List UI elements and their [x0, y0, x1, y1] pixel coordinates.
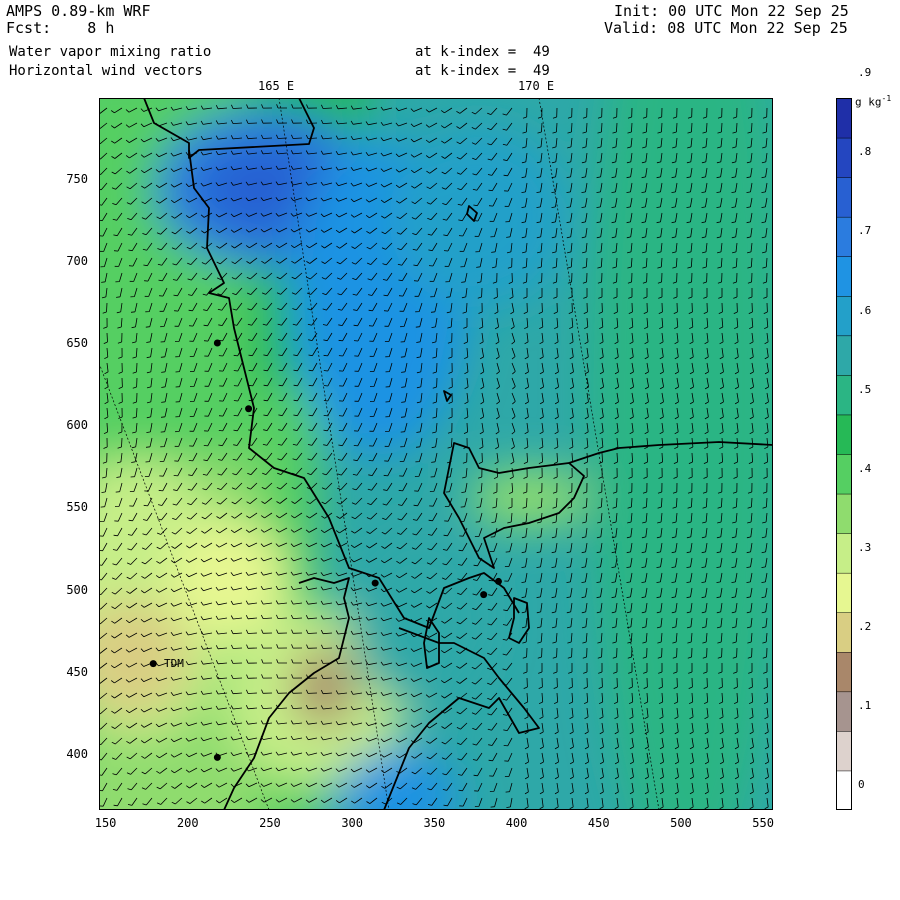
- station-marker: [371, 579, 379, 587]
- colorbar-label: .3: [858, 540, 872, 554]
- colorbar-label: .9: [858, 66, 872, 80]
- colorbar-swatch: [836, 453, 852, 495]
- colorbar-swatch: [836, 493, 852, 534]
- x-tick-label: 250: [259, 816, 281, 830]
- x-tick-label: 200: [176, 816, 199, 830]
- x-tick-label: 550: [752, 816, 774, 830]
- station-marker: [480, 591, 488, 599]
- colorbar-swatch: [836, 691, 852, 732]
- station-marker: [213, 339, 221, 347]
- y-tick-label: 450: [66, 664, 88, 679]
- colorbar-swatch: [836, 532, 852, 574]
- colorbar-swatch: [836, 730, 852, 772]
- lon-label-165: 165 E: [258, 79, 295, 93]
- y-tick-label: 500: [66, 582, 88, 597]
- y-tick-label: 650: [66, 336, 88, 350]
- colorbar-swatch: [836, 335, 852, 376]
- colorbar-label: .2: [858, 620, 872, 634]
- colorbar: [836, 98, 852, 810]
- colorbar-label: .6: [858, 303, 872, 317]
- unit-text: g kg: [855, 95, 882, 109]
- colorbar-swatch: [836, 611, 852, 653]
- valid-time: Valid: 08 UTC Mon 22 Sep 25: [604, 19, 848, 37]
- field2-level: at k-index = 49: [415, 63, 550, 79]
- x-tick-label: 300: [341, 816, 363, 830]
- x-axis: 150 200 250 300 350 400 450 500 550: [95, 812, 774, 832]
- field1-name: Water vapor mixing ratio: [9, 44, 212, 60]
- station-marker: [245, 405, 253, 413]
- colorbar-label: .5: [858, 382, 872, 396]
- station-marker: [149, 660, 157, 668]
- colorbar-swatch: [836, 295, 852, 337]
- colorbar-swatch: [836, 572, 852, 613]
- colorbar-swatch: [836, 770, 852, 810]
- field1-level: at k-index = 49: [415, 44, 550, 60]
- x-tick-label: 450: [587, 816, 610, 830]
- map-plot: TDM: [99, 98, 773, 810]
- colorbar-label: .7: [858, 224, 872, 238]
- x-tick-label: 350: [423, 816, 446, 830]
- model-title: AMPS 0.89-km WRF: [6, 2, 151, 20]
- colorbar-swatch: [836, 651, 852, 693]
- colorbar-label: .4: [858, 461, 872, 475]
- station-marker: [213, 753, 221, 761]
- colorbar-label: .8: [858, 145, 872, 159]
- init-time: Init: 00 UTC Mon 22 Sep 25: [614, 2, 849, 20]
- fcst-label: Fcst:: [6, 19, 52, 37]
- colorbar-swatch: [836, 137, 852, 178]
- colorbar-swatch: [836, 255, 852, 297]
- y-tick-label: 750: [66, 171, 88, 186]
- colorbar-swatch: [836, 374, 852, 416]
- x-tick-label: 500: [670, 816, 692, 830]
- y-tick-label: 550: [66, 500, 88, 515]
- unit-exponent: -1: [881, 94, 892, 103]
- colorbar-swatch: [836, 414, 852, 455]
- colorbar-swatch: [836, 98, 852, 139]
- field2-name: Horizontal wind vectors: [9, 63, 203, 79]
- x-tick-label: 150: [94, 816, 117, 830]
- forecast-hour-label: Fcst: 8 h: [6, 20, 114, 37]
- station-marker: [494, 577, 502, 585]
- colorbar-swatch: [836, 176, 852, 218]
- colorbar-swatch: [836, 216, 852, 257]
- lon-label-170: 170 E: [518, 79, 555, 93]
- colorbar-label: 0: [858, 778, 865, 792]
- x-tick-label: 400: [505, 816, 528, 830]
- y-tick-label: 400: [66, 747, 88, 762]
- colorbar-label: .1: [858, 699, 872, 713]
- station-label-tdm: TDM: [164, 657, 184, 670]
- y-tick-label: 700: [66, 253, 88, 268]
- colorbar-unit: g kg-1: [855, 94, 891, 109]
- fcst-value: 8 h: [87, 19, 115, 37]
- y-tick-label: 600: [66, 418, 88, 433]
